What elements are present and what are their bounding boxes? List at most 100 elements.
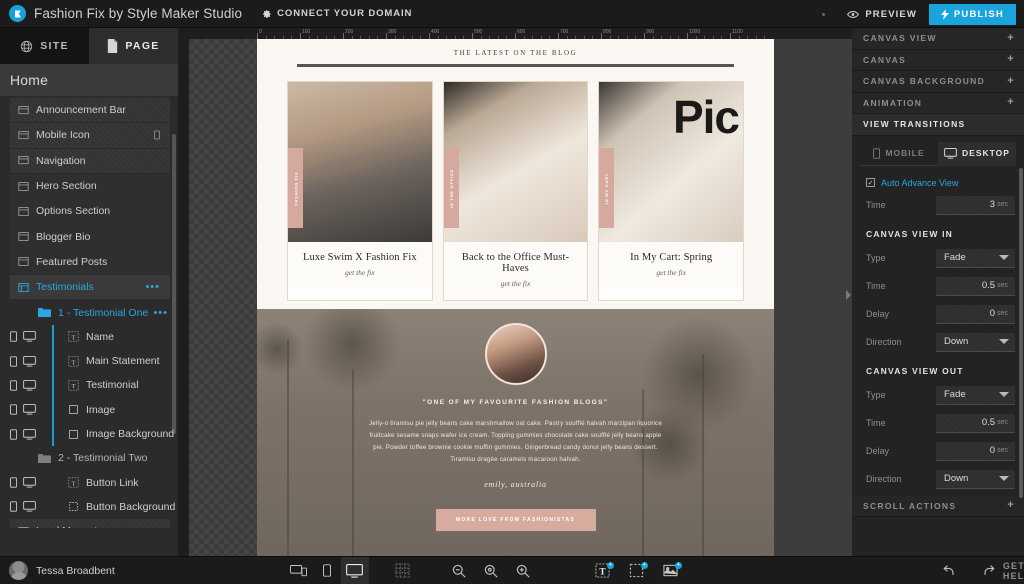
view-out-type-select[interactable]: Fade <box>936 385 1015 405</box>
tree-item-label: 1 - Testimonial One <box>58 306 149 319</box>
tree-item-mobile-icon[interactable]: Mobile Icon <box>10 123 170 148</box>
blog-card[interactable]: IN THE OFFICE Back to the Office Must-Ha… <box>442 81 589 301</box>
publish-button[interactable]: PUBLISH <box>928 3 1016 25</box>
zoom-fit-button[interactable] <box>477 557 505 584</box>
view-in-type-select[interactable]: Fade <box>936 248 1015 268</box>
tree-item-button-background[interactable]: Button Background <box>0 495 178 519</box>
view-out-time-input[interactable]: 0.5 sec <box>936 413 1015 433</box>
responsive-view-button[interactable] <box>285 557 313 584</box>
plus-icon[interactable]: + <box>1007 75 1015 87</box>
view-in-time-field[interactable]: Time 0.5 sec <box>866 276 1015 297</box>
view-out-type-field[interactable]: Type Fade <box>866 385 1015 406</box>
accordion-canvas-view[interactable]: CANVAS VIEW + <box>852 28 1024 50</box>
time-input[interactable]: 3 sec <box>936 195 1015 215</box>
tree-item-hero-section[interactable]: Hero Section <box>10 173 170 199</box>
tab-site[interactable]: SITE <box>0 28 89 64</box>
view-out-direction-select[interactable]: Down <box>936 469 1015 489</box>
tree-item-menu-button[interactable]: ••• <box>153 307 168 319</box>
tree-item-options-section[interactable]: Options Section <box>10 199 170 224</box>
view-out-time-field[interactable]: Time 0.5 sec <box>866 413 1015 434</box>
accordion-view-transitions[interactable]: VIEW TRANSITIONS <box>852 114 1024 136</box>
auto-advance-row[interactable]: ✓ Auto Advance View <box>852 166 1024 188</box>
tree-item-menu-button[interactable]: ••• <box>145 281 160 293</box>
desktop-view-button[interactable] <box>340 556 369 584</box>
view-out-delay-field[interactable]: Delay 0 sec <box>866 441 1015 462</box>
view-in-delay-input[interactable]: 0 sec <box>936 304 1015 324</box>
device-visibility-toggles[interactable] <box>0 404 52 415</box>
zoom-in-button[interactable] <box>509 557 537 584</box>
device-tab-group: MOBILE DESKTOP <box>852 141 1024 166</box>
testimonial-cta-button[interactable]: MORE LOVE FROM FASHIONISTAS <box>435 509 596 532</box>
device-visibility-toggles[interactable] <box>0 501 52 513</box>
accordion-label: CANVAS VIEW <box>863 33 937 44</box>
view-in-delay-field[interactable]: Delay 0 sec <box>866 304 1015 325</box>
svg-text:T: T <box>600 567 607 577</box>
accordion-scroll-actions[interactable]: SCROLL ACTIONS + <box>852 495 1024 517</box>
add-image-button[interactable]: + <box>657 557 685 584</box>
view-out-direction-field[interactable]: Direction Down <box>866 469 1015 490</box>
device-visibility-toggles[interactable] <box>0 331 52 342</box>
tab-desktop[interactable]: DESKTOP <box>938 141 1016 166</box>
blog-card-subtitle[interactable]: get the fix <box>605 268 737 277</box>
tree-item-testimonial-one[interactable]: 1 - Testimonial One ••• <box>0 300 178 324</box>
testimonial-section[interactable]: "ONE OF MY FAVOURITE FASHION BLOGS" Jell… <box>257 309 774 556</box>
tree-item-testimonial[interactable]: T Testimonial <box>0 373 178 398</box>
tree-item-blogger-bio[interactable]: Blogger Bio <box>10 224 170 249</box>
avatar[interactable] <box>9 561 28 580</box>
device-visibility-toggles[interactable] <box>0 355 52 367</box>
tree-item-navigation[interactable]: Navigation <box>10 148 170 173</box>
blog-card[interactable]: FASHION FIX Luxe Swim X Fashion Fix get … <box>287 81 433 301</box>
accordion-canvas-background[interactable]: CANVAS BACKGROUND + <box>852 71 1024 93</box>
device-visibility-toggles[interactable] <box>0 428 52 440</box>
flag-logo-icon[interactable] <box>9 5 26 22</box>
connect-domain-button[interactable]: CONNECT YOUR DOMAIN <box>262 8 412 19</box>
plus-icon[interactable]: + <box>1007 97 1015 108</box>
device-visibility-toggles[interactable] <box>0 477 52 488</box>
auto-advance-checkbox[interactable]: ✓ <box>866 178 875 187</box>
blog-card[interactable]: IN MY CART In My Cart: Spring get the fi… <box>598 81 745 301</box>
testimonial-headline: "ONE OF MY FAVOURITE FASHION BLOGS" <box>422 399 609 406</box>
plus-icon[interactable]: + <box>1007 32 1015 44</box>
view-out-delay-input[interactable]: 0 sec <box>936 441 1015 461</box>
field-value: Fade <box>944 389 966 400</box>
zoom-out-button[interactable] <box>445 557 473 584</box>
tree-item-featured-posts[interactable]: Featured Posts <box>10 249 170 275</box>
tree-item-testimonial-two[interactable]: 2 - Testimonial Two <box>0 446 178 470</box>
plus-icon[interactable]: + <box>1007 500 1015 511</box>
tree-item-button-link[interactable]: T Button Link <box>0 470 178 494</box>
tree-indent-bar <box>52 397 54 422</box>
tab-page[interactable]: PAGE <box>89 28 178 64</box>
accordion-canvas[interactable]: CANVAS + <box>852 49 1024 71</box>
view-in-type-field[interactable]: Type Fade <box>866 248 1015 269</box>
blog-card-subtitle[interactable]: get the fix <box>450 279 582 288</box>
auto-advance-time-field[interactable]: Time 3 sec <box>866 195 1015 216</box>
right-panel-scrollbar[interactable] <box>1019 168 1023 498</box>
text-icon: T <box>68 331 79 342</box>
device-visibility-toggles[interactable] <box>0 379 52 391</box>
tree-item-image[interactable]: Image <box>0 397 178 422</box>
accordion-animation[interactable]: ANIMATION + <box>852 92 1024 114</box>
undo-button[interactable] <box>935 557 963 584</box>
add-text-button[interactable]: T + <box>589 557 617 584</box>
page-preview[interactable]: THE LATEST ON THE BLOG FASHION FIX Luxe … <box>257 39 774 556</box>
tree-item-announcement-bar[interactable]: Announcement Bar <box>10 98 170 123</box>
blog-card-subtitle[interactable]: get the fix <box>294 268 426 277</box>
tree-item-name[interactable]: T Name <box>0 324 178 349</box>
mobile-view-button[interactable] <box>313 557 341 584</box>
avatar[interactable] <box>484 323 547 385</box>
canvas-area[interactable]: 0 100 200 300 400 500 600 700 800 900 1000 1100 THE… <box>178 28 852 556</box>
tree-item-testimonials[interactable]: Testimonials ••• <box>10 275 170 300</box>
plus-icon[interactable]: + <box>1007 54 1015 65</box>
tree-item-image-background[interactable]: Image Background <box>0 421 178 447</box>
add-shape-button[interactable]: + <box>623 557 651 584</box>
preview-button[interactable]: PREVIEW <box>835 0 929 28</box>
view-in-direction-field[interactable]: Direction Down <box>866 332 1015 353</box>
view-in-direction-select[interactable]: Down <box>936 332 1015 352</box>
tab-mobile[interactable]: MOBILE <box>860 142 938 166</box>
auto-advance-label: Auto Advance View <box>881 177 959 188</box>
redo-button[interactable] <box>975 557 1003 584</box>
grid-button[interactable] <box>389 557 417 584</box>
panel-collapse-arrow[interactable] <box>846 290 851 300</box>
tree-item-main-statement[interactable]: T Main Statement <box>0 348 178 374</box>
view-in-time-input[interactable]: 0.5 sec <box>936 276 1015 296</box>
